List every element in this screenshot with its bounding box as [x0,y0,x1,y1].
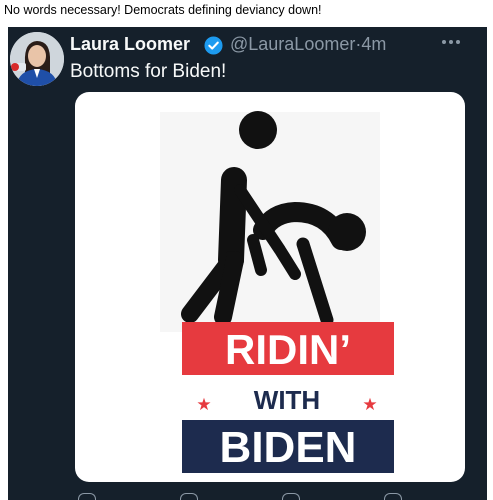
retweet-icon[interactable] [180,493,198,500]
verified-badge-icon [204,36,223,55]
author-handle[interactable]: @LauraLoomer [230,34,355,54]
banner-line1: RIDIN’ [225,326,351,373]
tweet-action-bar [68,489,468,500]
author-name[interactable]: Laura Loomer [70,34,190,55]
like-icon[interactable] [282,493,300,500]
tweet-text: Bottoms for Biden! [70,61,227,82]
tweet-timestamp[interactable]: 4m [361,34,386,54]
star-right-icon: ★ [362,395,377,415]
star-left-icon: ★ [196,395,211,415]
author-avatar[interactable] [10,32,64,86]
reply-icon[interactable] [78,493,96,500]
banner-line3: BIDEN [220,423,357,472]
author-handle-line: @LauraLoomer·4m [230,34,386,55]
tweet-image[interactable]: RIDIN’ ★ WITH ★ BIDEN [75,92,465,482]
more-options-icon[interactable] [436,32,466,52]
banner-line2: WITH [254,385,320,415]
share-icon[interactable] [384,493,402,500]
post-caption: No words necessary! Democrats defining d… [4,3,322,17]
tweet-image-art: RIDIN’ ★ WITH ★ BIDEN [160,111,394,473]
tweet-card[interactable]: Laura Loomer @LauraLoomer·4m Bottoms for… [8,27,487,500]
